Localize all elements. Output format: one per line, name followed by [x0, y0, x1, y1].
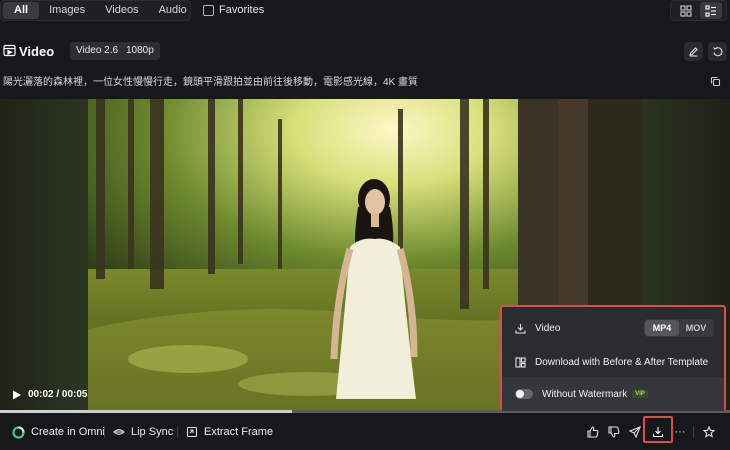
result-header: Video Video 2.6 1080p [0, 40, 730, 64]
download-menu: Video MP4 MOV Download with Before & Aft… [500, 305, 726, 411]
video-side-left [0, 99, 88, 411]
filter-bar: All Images Videos Audio Favorites [0, 0, 730, 22]
create-in-omni-button[interactable]: Create in Omni [12, 420, 105, 444]
watermark-toggle[interactable] [515, 389, 533, 399]
thumbs-down-icon [608, 426, 620, 438]
lip-sync-label: Lip Sync [131, 426, 174, 438]
separator [177, 426, 178, 438]
action-bar: Create in Omni Lip Sync Extract Frame ··… [0, 420, 730, 444]
send-icon [629, 426, 641, 438]
list-icon [705, 4, 717, 17]
copy-icon[interactable] [710, 76, 721, 87]
video-progress-fill [0, 410, 292, 413]
vip-badge: VIP [632, 390, 648, 398]
favorites-checkbox[interactable] [203, 4, 214, 16]
separator [693, 426, 694, 438]
separator [104, 426, 105, 438]
model-chip: Video 2.6 [70, 42, 125, 60]
grid-icon [680, 4, 692, 17]
filter-tabs: All Images Videos Audio [0, 0, 191, 21]
omni-icon [12, 425, 25, 439]
download-template-label: Download with Before & After Template [535, 356, 709, 368]
pencil-icon [689, 47, 698, 57]
star-icon [703, 426, 715, 438]
lip-sync-button[interactable]: Lip Sync [113, 420, 173, 444]
more-button[interactable]: ··· [671, 423, 689, 441]
format-mov[interactable]: MOV [679, 320, 713, 336]
without-watermark-option[interactable]: Without Watermark VIP [502, 377, 724, 411]
download-button-highlight [643, 416, 673, 443]
play-icon[interactable] [12, 390, 22, 400]
create-in-omni-label: Create in Omni [31, 426, 105, 438]
page-title: Video [19, 44, 55, 59]
video-timecode: 00:02 / 00:05 [28, 389, 88, 400]
prompt-text: 陽光灑落的森林裡，一位女性慢慢行走，鏡頭平滑跟拍並由前往後移動，電影感光線，4K… [3, 77, 419, 88]
format-mp4[interactable]: MP4 [645, 320, 679, 336]
extract-frame-button[interactable]: Extract Frame [186, 420, 273, 444]
like-button[interactable] [584, 423, 602, 441]
download-video-option[interactable]: Video MP4 MOV [502, 311, 724, 345]
download-icon [515, 323, 526, 334]
grid-view-button[interactable] [675, 2, 697, 19]
list-view-button[interactable] [700, 2, 723, 19]
tab-images[interactable]: Images [39, 2, 95, 19]
thumbs-up-icon [587, 426, 599, 438]
template-icon [515, 356, 526, 368]
tab-videos[interactable]: Videos [95, 2, 148, 19]
download-video-label: Video [535, 322, 561, 334]
download-template-option[interactable]: Download with Before & After Template [502, 345, 724, 379]
edit-button[interactable] [684, 42, 703, 61]
resolution-chip: 1080p [120, 42, 160, 60]
extract-frame-icon [186, 426, 198, 438]
view-toggle [670, 0, 727, 21]
dislike-button[interactable] [605, 423, 623, 441]
lip-sync-icon [113, 429, 125, 435]
share-button[interactable] [626, 423, 644, 441]
without-watermark-label: Without Watermark [542, 388, 628, 400]
format-selector: MP4 MOV [644, 319, 714, 337]
favorites-filter[interactable]: Favorites [203, 4, 264, 16]
favorite-button[interactable] [700, 423, 718, 441]
favorites-label: Favorites [219, 4, 265, 16]
video-icon [3, 44, 16, 57]
extract-frame-label: Extract Frame [204, 426, 274, 438]
undo-icon [713, 47, 723, 57]
regenerate-button[interactable] [708, 42, 727, 61]
tab-audio[interactable]: Audio [149, 2, 197, 19]
tab-all[interactable]: All [3, 2, 40, 19]
